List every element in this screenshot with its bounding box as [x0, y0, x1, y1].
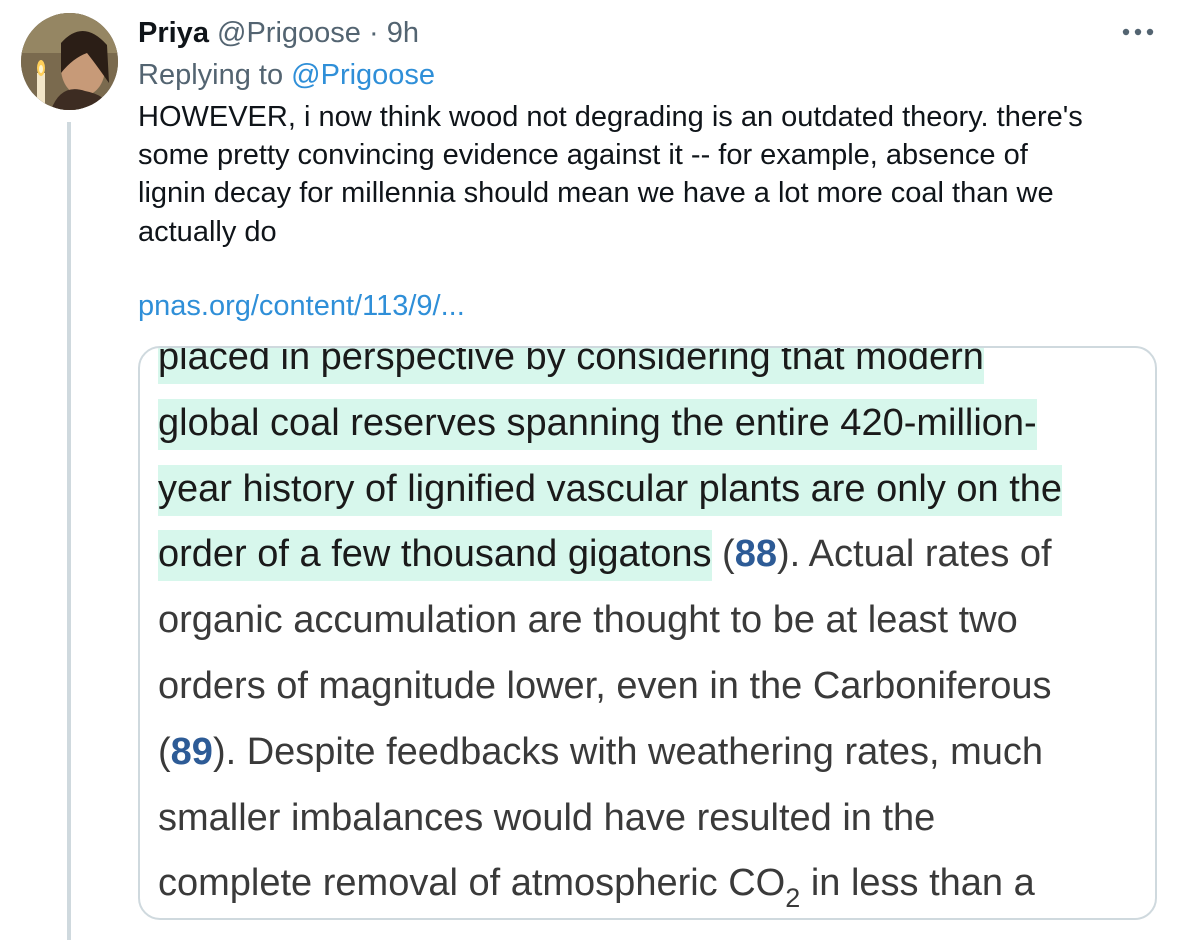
avatar-photo	[21, 13, 118, 110]
tweet-header: Priya @Prigoose · 9h	[138, 14, 419, 52]
attached-image[interactable]: placed in perspective by considering tha…	[138, 346, 1157, 920]
tweet-text-line: some pretty convincing evidence against …	[138, 139, 1028, 172]
excerpt-line: organic accumulation are thought to be a…	[158, 599, 1018, 642]
replying-to: Replying to @Prigoose	[138, 56, 435, 94]
author-name[interactable]: Priya	[138, 17, 209, 49]
excerpt-text: in less than a	[800, 862, 1035, 905]
excerpt-text: (	[158, 730, 171, 773]
excerpt-line: (89). Despite feedbacks with weathering …	[158, 720, 1155, 786]
more-options-icon[interactable]	[1118, 18, 1158, 48]
excerpt-line: order of a few thousand gigatons (88). A…	[158, 522, 1155, 588]
more-horizontal-icon	[1122, 28, 1154, 36]
replying-to-handle[interactable]: @Prigoose	[291, 59, 435, 91]
excerpt-line: orders of magnitude lower, even in the C…	[158, 664, 1052, 707]
tweet-text-line: actually do	[138, 215, 277, 248]
excerpt-line: global coal reserves spanning the entire…	[158, 391, 1155, 457]
excerpt-text: ). Actual rates of	[777, 533, 1052, 576]
excerpt-text: (	[711, 533, 735, 576]
header-separator: ·	[368, 17, 379, 49]
highlighted-text: year history of lignified vascular plant…	[158, 464, 1063, 516]
tweet-text-line: HOWEVER, i now think wood not degrading …	[138, 101, 1083, 133]
thread-line	[67, 122, 71, 940]
author-handle[interactable]: @Prigoose	[217, 17, 361, 49]
highlighted-text: global coal reserves spanning the entire…	[158, 398, 1037, 450]
replying-to-label: Replying to	[138, 59, 284, 91]
reference-88: 88	[734, 533, 777, 576]
tweet-link[interactable]: pnas.org/content/113/9/...	[138, 287, 465, 325]
excerpt-line: placed in perspective by considering tha…	[158, 348, 1155, 391]
excerpt-line: smaller imbalances would have resulted i…	[158, 796, 936, 839]
excerpt-text: ). Despite feedbacks with weathering rat…	[212, 730, 1043, 773]
subscript: 2	[785, 883, 801, 914]
paper-excerpt: placed in perspective by considering tha…	[158, 348, 1155, 918]
reference-89: 89	[170, 730, 213, 773]
tweet-text: HOWEVER, i now think wood not degrading …	[138, 98, 1148, 251]
tweet-text-line: lignin decay for millennia should mean w…	[138, 177, 1054, 210]
highlighted-text: order of a few thousand gigatons	[158, 530, 712, 582]
highlighted-text: placed in perspective by considering tha…	[158, 348, 984, 384]
excerpt-line: complete removal of atmospheric CO2 in l…	[158, 851, 1155, 918]
tweet-time[interactable]: 9h	[387, 17, 419, 49]
avatar[interactable]	[21, 13, 118, 110]
excerpt-text: complete removal of atmospheric CO	[158, 862, 786, 905]
excerpt-line: year history of lignified vascular plant…	[158, 457, 1155, 523]
